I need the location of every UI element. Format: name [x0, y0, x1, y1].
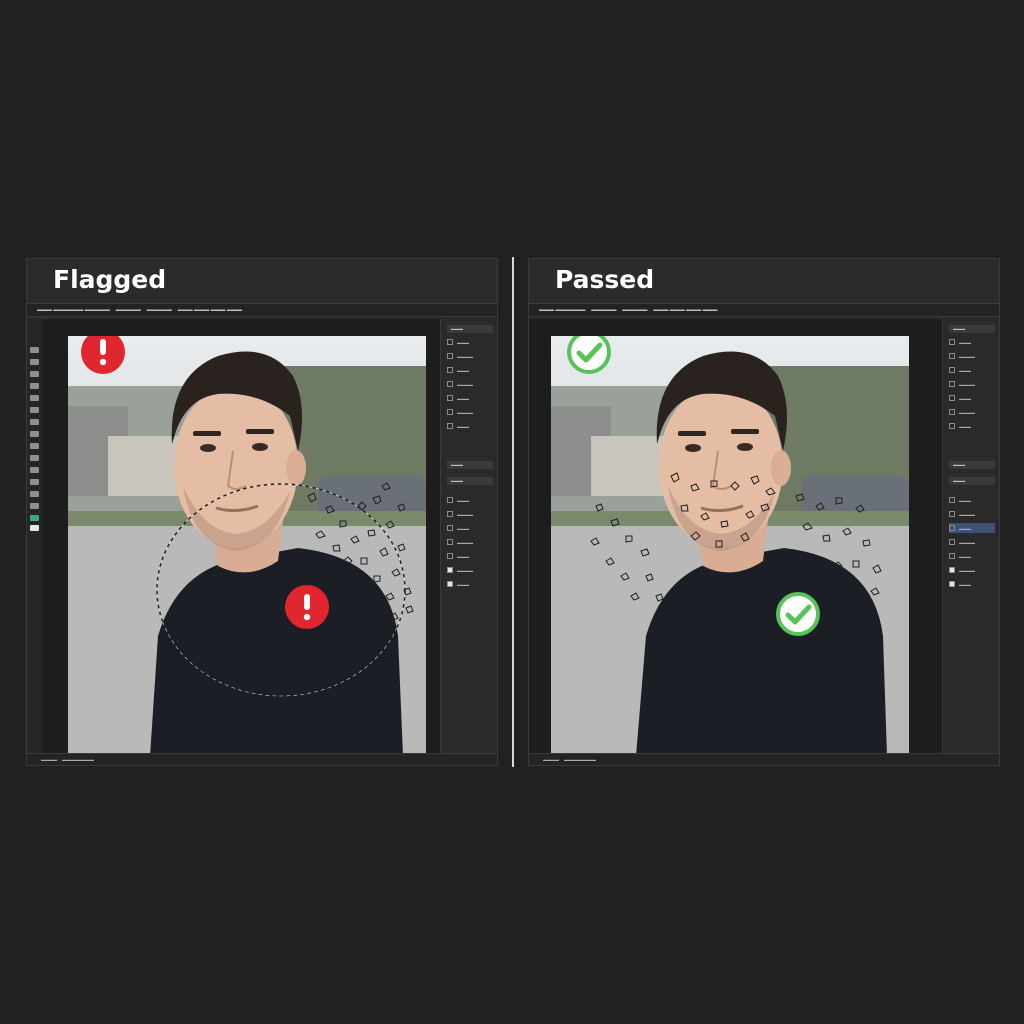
- layer-row[interactable]: ▬▬▬: [447, 365, 493, 375]
- layer-row[interactable]: ▬▬▬: [949, 495, 995, 505]
- layer-row[interactable]: ▬▬▬: [447, 393, 493, 403]
- status-text: ▬▬▬▬: [543, 757, 559, 762]
- portrait-photo: [68, 336, 426, 756]
- photo-canvas[interactable]: [68, 336, 426, 756]
- foreground-color-swatch[interactable]: [30, 515, 39, 521]
- portrait-photo: [551, 336, 909, 756]
- layer-row[interactable]: ▬▬▬▬: [949, 565, 995, 575]
- flagged-panel: Flagged ▬▬▬ ▬▬▬▬▬▬ ▬▬▬▬▬ ▬▬▬▬▬ ▬▬▬▬▬ ▬▬▬…: [26, 258, 498, 766]
- menu-bar: ▬▬▬ ▬▬▬▬▬▬ ▬▬▬▬▬ ▬▬▬▬▬ ▬▬▬▬▬ ▬▬▬ ▬▬▬ ▬▬▬…: [27, 303, 497, 317]
- layer-row-selected[interactable]: ▬▬▬: [949, 523, 995, 533]
- eyedropper-tool-icon[interactable]: [30, 407, 39, 413]
- panel-header: ▬▬▬: [949, 477, 995, 485]
- menu-item[interactable]: ▬▬▬ ▬▬▬ ▬▬▬ ▬▬▬: [653, 307, 717, 313]
- panel-header: ▬▬▬: [447, 325, 493, 333]
- layer-row[interactable]: ▬▬▬: [447, 523, 493, 533]
- pen-tool-icon[interactable]: [30, 479, 39, 485]
- eraser-tool-icon[interactable]: [30, 443, 39, 449]
- panel-title: Passed: [555, 265, 655, 294]
- status-text: ▬▬▬▬▬▬▬▬: [62, 757, 94, 762]
- layer-row[interactable]: ▬▬▬▬: [447, 379, 493, 389]
- layer-row[interactable]: ▬▬▬: [447, 337, 493, 347]
- layer-row[interactable]: ▬▬▬: [447, 495, 493, 505]
- status-text: ▬▬▬▬: [41, 757, 57, 762]
- status-bar: ▬▬▬▬ ▬▬▬▬▬▬▬▬: [27, 753, 497, 765]
- layer-row[interactable]: ▬▬▬▬: [447, 537, 493, 547]
- passed-panel: Passed ▬▬▬ ▬▬▬▬▬▬ ▬▬▬▬▬ ▬▬▬▬▬ ▬▬▬ ▬▬▬ ▬▬…: [528, 258, 1000, 766]
- canvas-area: [529, 319, 943, 756]
- hand-tool-icon[interactable]: [30, 503, 39, 509]
- menu-item[interactable]: ▬▬▬▬▬: [116, 307, 141, 313]
- menu-item[interactable]: ▬▬▬▬▬: [622, 307, 647, 313]
- move-tool-icon[interactable]: [30, 347, 39, 353]
- layer-row[interactable]: ▬▬▬: [447, 551, 493, 561]
- status-bar: ▬▬▬▬ ▬▬▬▬▬▬▬▬: [529, 753, 999, 765]
- marquee-tool-icon[interactable]: [30, 359, 39, 365]
- layer-row[interactable]: ▬▬▬▬: [447, 509, 493, 519]
- comparison-divider: [512, 257, 514, 767]
- menu-item[interactable]: ▬▬▬ ▬▬▬▬▬▬: [539, 307, 585, 313]
- layer-row[interactable]: ▬▬▬▬: [447, 407, 493, 417]
- layer-row[interactable]: ▬▬▬▬: [949, 537, 995, 547]
- layer-row[interactable]: ▬▬▬: [949, 337, 995, 347]
- flag-badge-top: [81, 336, 125, 374]
- flag-badge-shoulder: [285, 585, 329, 629]
- canvas-area: [43, 319, 441, 756]
- layer-row[interactable]: ▬▬▬: [949, 365, 995, 375]
- menu-item[interactable]: ▬▬▬ ▬▬▬▬▬▬ ▬▬▬▬▬: [37, 307, 110, 313]
- menu-item[interactable]: ▬▬▬▬▬: [591, 307, 616, 313]
- background-color-swatch[interactable]: [30, 525, 39, 531]
- layer-row[interactable]: ▬▬▬▬: [447, 351, 493, 361]
- status-text: ▬▬▬▬▬▬▬▬: [564, 757, 596, 762]
- layers-panel: ▬▬▬ ▬▬▬ ▬▬▬▬ ▬▬▬ ▬▬▬▬ ▬▬▬ ▬▬▬▬ ▬▬▬ ▬▬▬ ▬…: [440, 319, 497, 753]
- type-tool-icon[interactable]: [30, 491, 39, 497]
- lasso-tool-icon[interactable]: [30, 371, 39, 377]
- layer-row[interactable]: ▬▬▬▬: [949, 509, 995, 519]
- layer-row[interactable]: ▬▬▬: [949, 393, 995, 403]
- layer-row[interactable]: ▬▬▬: [949, 551, 995, 561]
- panel-header: ▬▬▬: [447, 461, 493, 469]
- layer-row[interactable]: ▬▬▬: [447, 579, 493, 589]
- gradient-tool-icon[interactable]: [30, 455, 39, 461]
- crop-tool-icon[interactable]: [30, 395, 39, 401]
- pass-badge-chest: [776, 592, 820, 636]
- layer-row[interactable]: ▬▬▬▬: [949, 379, 995, 389]
- panel-header: ▬▬▬: [949, 461, 995, 469]
- layer-row[interactable]: ▬▬▬: [949, 579, 995, 589]
- layer-row[interactable]: ▬▬▬▬: [447, 565, 493, 575]
- dodge-tool-icon[interactable]: [30, 467, 39, 473]
- menu-item[interactable]: ▬▬▬ ▬▬▬ ▬▬▬ ▬▬▬: [178, 307, 242, 313]
- stamp-tool-icon[interactable]: [30, 431, 39, 437]
- brush-tool-icon[interactable]: [30, 419, 39, 425]
- layers-panel: ▬▬▬ ▬▬▬ ▬▬▬▬ ▬▬▬ ▬▬▬▬ ▬▬▬ ▬▬▬▬ ▬▬▬ ▬▬▬ ▬…: [942, 319, 999, 753]
- menu-bar: ▬▬▬ ▬▬▬▬▬▬ ▬▬▬▬▬ ▬▬▬▬▬ ▬▬▬ ▬▬▬ ▬▬▬ ▬▬▬: [529, 303, 999, 317]
- layer-row[interactable]: ▬▬▬▬: [949, 407, 995, 417]
- menu-item[interactable]: ▬▬▬▬▬: [147, 307, 172, 313]
- panel-header: ▬▬▬: [447, 477, 493, 485]
- wand-tool-icon[interactable]: [30, 383, 39, 389]
- photo-canvas[interactable]: [551, 336, 909, 756]
- panel-title: Flagged: [53, 265, 167, 294]
- panel-header: ▬▬▬: [949, 325, 995, 333]
- layer-row[interactable]: ▬▬▬: [447, 421, 493, 431]
- layer-row[interactable]: ▬▬▬: [949, 421, 995, 431]
- tool-bar: [27, 319, 44, 753]
- pass-badge-top: [567, 336, 611, 374]
- layer-row[interactable]: ▬▬▬▬: [949, 351, 995, 361]
